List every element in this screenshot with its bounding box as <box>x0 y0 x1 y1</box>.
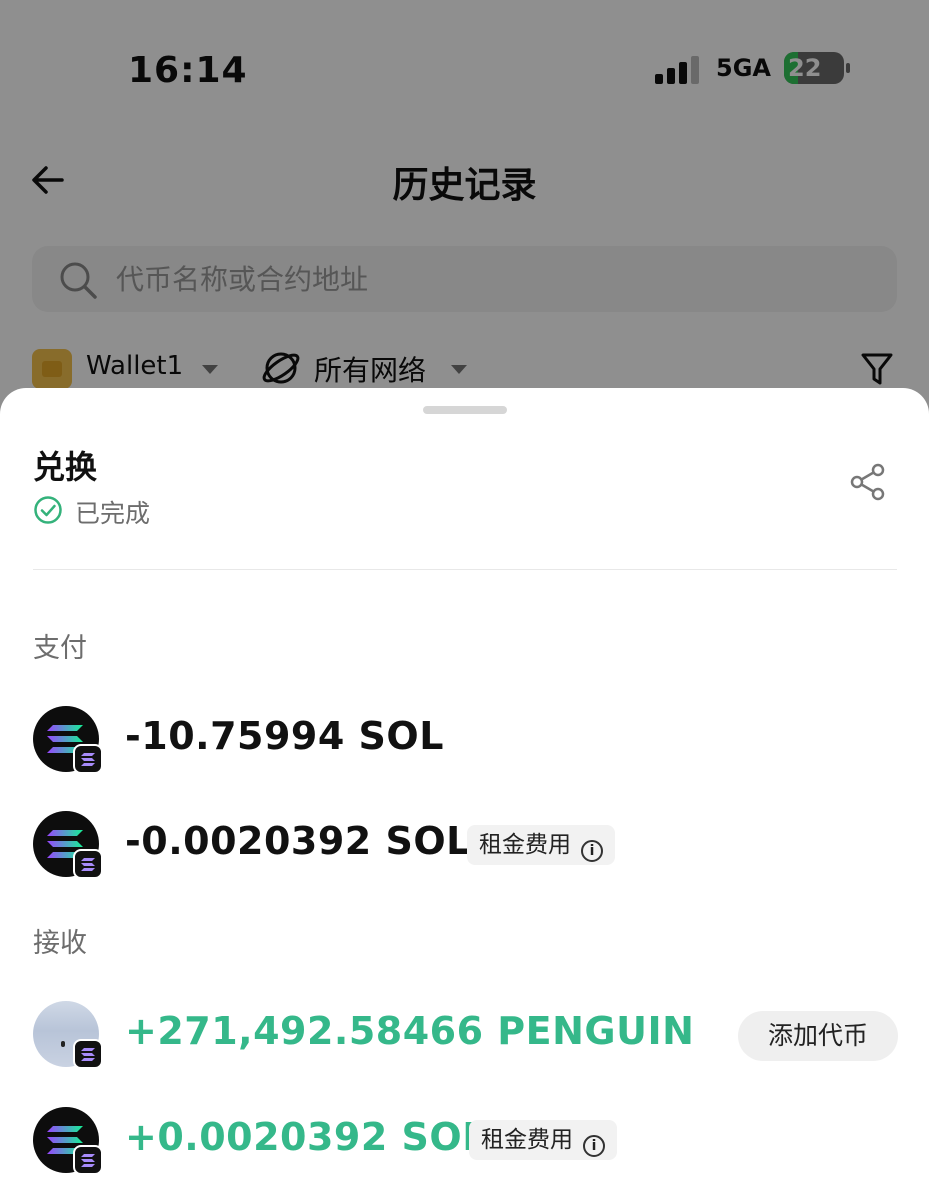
solana-network-badge <box>73 1039 103 1069</box>
pay-item: -0.0020392 SOL 租金费用 i <box>33 811 897 881</box>
pay-amount: -0.0020392 SOL <box>125 819 471 863</box>
pay-section-label: 支付 <box>33 633 87 664</box>
receive-section-label: 接收 <box>33 928 87 959</box>
receive-item: +0.0020392 SOL 租金费用 i <box>33 1107 897 1177</box>
receive-amount: +0.0020392 SOL <box>125 1115 487 1159</box>
share-icon[interactable] <box>848 462 888 502</box>
sheet-drag-handle[interactable] <box>423 406 507 414</box>
pay-item: -10.75994 SOL <box>33 706 897 776</box>
transaction-status: 已完成 <box>75 499 151 528</box>
solana-network-badge <box>73 744 103 774</box>
solana-network-badge <box>73 849 103 879</box>
info-icon[interactable]: i <box>583 1135 605 1157</box>
rent-fee-tag[interactable]: 租金费用 i <box>469 1120 617 1160</box>
receive-item: +271,492.58466 PENGUIN 添加代币 <box>33 1001 898 1071</box>
rent-fee-label: 租金费用 <box>479 832 571 858</box>
solana-icon <box>33 1107 103 1175</box>
solana-icon <box>33 811 103 879</box>
transaction-type: 兑换 <box>33 448 98 486</box>
rent-fee-tag[interactable]: 租金费用 i <box>467 825 615 865</box>
penguin-token-icon <box>33 1001 103 1069</box>
info-icon[interactable]: i <box>581 840 603 862</box>
add-token-button[interactable]: 添加代币 <box>738 1011 898 1061</box>
solana-network-badge <box>73 1145 103 1175</box>
pay-amount: -10.75994 SOL <box>125 714 444 758</box>
rent-fee-label: 租金费用 <box>481 1127 573 1153</box>
divider <box>33 569 897 570</box>
check-circle-icon <box>34 496 62 524</box>
transaction-detail-sheet: 兑换 已完成 支付 -10.75994 SOL -0.0020392 SOL 租… <box>0 388 929 1200</box>
receive-amount: +271,492.58466 PENGUIN <box>125 1009 695 1053</box>
solana-icon <box>33 706 103 774</box>
